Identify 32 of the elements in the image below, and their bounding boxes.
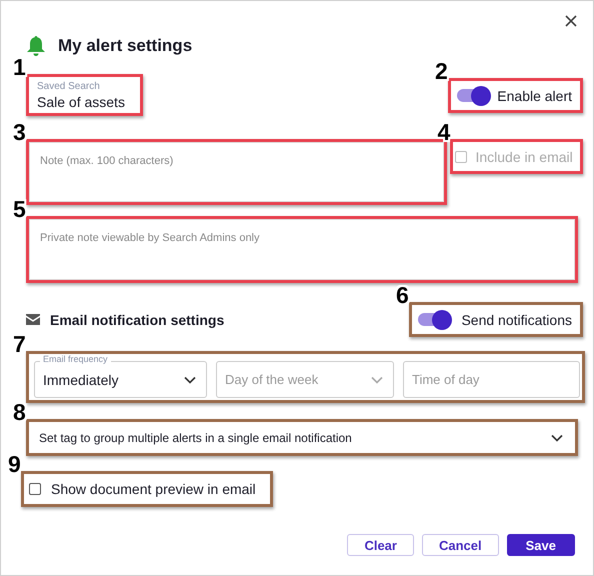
callout-number: 9	[8, 453, 21, 476]
toggle-label: Send notifications	[461, 312, 572, 328]
checkbox-label: Show document preview in email	[51, 481, 256, 497]
callout-number: 6	[396, 284, 409, 307]
section-title: Email notification settings	[50, 312, 224, 328]
toggle-switch[interactable]	[457, 84, 491, 106]
callout-number: 8	[13, 401, 26, 424]
chevron-down-icon	[551, 434, 563, 442]
callout-number: 2	[435, 60, 448, 83]
saved-search-value: Sale of assets	[37, 94, 126, 110]
save-button[interactable]: Save	[506, 534, 575, 556]
envelope-icon	[26, 314, 40, 325]
callout-number: 7	[13, 333, 26, 356]
tag-dropdown[interactable]: Set tag to group multiple alerts in a single email notification	[39, 430, 352, 444]
toggle-switch[interactable]	[418, 308, 452, 330]
toggle-label: Enable alert	[497, 88, 572, 104]
note-field[interactable]: Note (max. 100 characters)	[29, 142, 444, 202]
bell-icon	[26, 35, 46, 57]
private-note-field[interactable]: Private note viewable by Search Admins only	[29, 219, 575, 280]
callout-number: 1	[13, 56, 26, 79]
dialog-title: My alert settings	[58, 36, 192, 56]
field-label: Email frequency	[40, 354, 111, 364]
action-button[interactable]: Cancel	[422, 534, 499, 556]
checkbox-label: Include in email	[475, 148, 573, 164]
checkbox[interactable]	[29, 483, 41, 495]
callout-number: 5	[13, 198, 26, 221]
callout-number: 3	[13, 121, 26, 144]
field-label: Saved Search	[37, 81, 101, 92]
chevron-down-icon	[184, 376, 196, 384]
chevron-down-icon	[371, 376, 383, 384]
action-button[interactable]: Clear	[347, 534, 414, 556]
callout-number: 4	[437, 121, 450, 144]
